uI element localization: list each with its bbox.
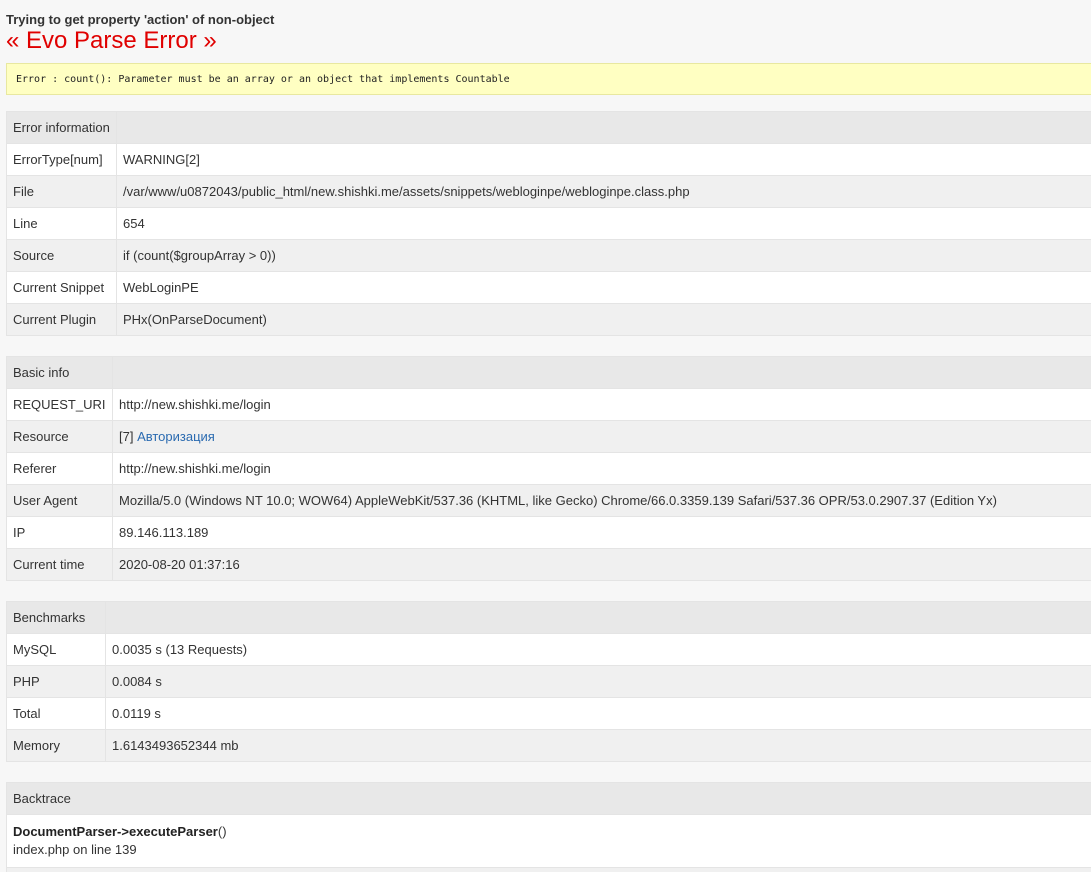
row-value: http://new.shishki.me/login — [112, 388, 1091, 421]
row-value: /var/www/u0872043/public_html/new.shishk… — [116, 175, 1091, 208]
basic-info-table: Basic info REQUEST_URI http://new.shishk… — [6, 356, 1091, 581]
table-row: REQUEST_URI http://new.shishki.me/login — [6, 388, 1091, 421]
header-spacer — [116, 111, 1091, 144]
row-value: [7] Авторизация — [112, 420, 1091, 453]
header-spacer — [105, 601, 1091, 634]
row-label: REQUEST_URI — [6, 388, 113, 421]
row-value: 0.0084 s — [105, 665, 1091, 698]
resource-id: [7] — [119, 429, 138, 444]
row-value: 2020-08-20 01:37:16 — [112, 548, 1091, 581]
table-row: ErrorType[num] WARNING[2] — [6, 143, 1091, 176]
row-label: Total — [6, 697, 106, 730]
basic-info-heading: Basic info — [6, 356, 113, 389]
table-header-row: Benchmarks — [6, 601, 1091, 634]
table-row: Current Snippet WebLoginPE — [6, 271, 1091, 304]
row-label: Current Snippet — [6, 271, 117, 304]
row-label: Referer — [6, 452, 113, 485]
table-row: IP 89.146.113.189 — [6, 516, 1091, 549]
row-value: 0.0035 s (13 Requests) — [105, 633, 1091, 666]
table-row: Referer http://new.shishki.me/login — [6, 452, 1091, 485]
backtrace-function-line: DocumentParser->executeParser() — [13, 823, 1090, 841]
table-row: User Agent Mozilla/5.0 (Windows NT 10.0;… — [6, 484, 1091, 517]
row-label: Resource — [6, 420, 113, 453]
row-label: Current Plugin — [6, 303, 117, 336]
backtrace-location: index.php on line 139 — [13, 842, 137, 857]
row-spacer — [6, 867, 1091, 872]
table-row: PHP 0.0084 s — [6, 665, 1091, 698]
row-value: 654 — [116, 207, 1091, 240]
backtrace-entry: DocumentParser->executeParser() index.ph… — [6, 814, 1091, 868]
row-label: Memory — [6, 729, 106, 762]
row-value: PHx(OnParseDocument) — [116, 303, 1091, 336]
row-label: User Agent — [6, 484, 113, 517]
backtrace-heading: Backtrace — [6, 782, 1091, 815]
row-value: WARNING[2] — [116, 143, 1091, 176]
page-title: « Evo Parse Error » — [6, 27, 217, 54]
row-label: Line — [6, 207, 117, 240]
row-value: 0.0119 s — [105, 697, 1091, 730]
row-label: ErrorType[num] — [6, 143, 117, 176]
benchmarks-heading: Benchmarks — [6, 601, 106, 634]
row-value: Mozilla/5.0 (Windows NT 10.0; WOW64) App… — [112, 484, 1091, 517]
table-row: Line 654 — [6, 207, 1091, 240]
row-label: Current time — [6, 548, 113, 581]
row-label: IP — [6, 516, 113, 549]
table-row: Source if (count($groupArray > 0)) — [6, 239, 1091, 272]
table-row: Memory 1.6143493652344 mb — [6, 729, 1091, 762]
row-label: File — [6, 175, 117, 208]
table-row: Current time 2020-08-20 01:37:16 — [6, 548, 1091, 581]
backtrace-function: DocumentParser->executeParser — [13, 824, 218, 839]
resource-link[interactable]: Авторизация — [137, 429, 215, 444]
error-box: Error : count(): Parameter must be an ar… — [6, 63, 1091, 95]
table-row: Resource [7] Авторизация — [6, 420, 1091, 453]
error-message: Trying to get property 'action' of non-o… — [6, 12, 275, 27]
row-label: Source — [6, 239, 117, 272]
table-header-row: Error information — [6, 111, 1091, 144]
table-row: File /var/www/u0872043/public_html/new.s… — [6, 175, 1091, 208]
error-info-heading: Error information — [6, 111, 117, 144]
row-value: 89.146.113.189 — [112, 516, 1091, 549]
table-header-row: Basic info — [6, 356, 1091, 389]
table-row: DocumentParser->executeParser() index.ph… — [6, 814, 1091, 868]
row-label: PHP — [6, 665, 106, 698]
table-row — [6, 867, 1091, 872]
error-info-table: Error information ErrorType[num] WARNING… — [6, 111, 1091, 336]
row-value: WebLoginPE — [116, 271, 1091, 304]
table-row: Total 0.0119 s — [6, 697, 1091, 730]
table-row: MySQL 0.0035 s (13 Requests) — [6, 633, 1091, 666]
header-spacer — [112, 356, 1091, 389]
error-page: Trying to get property 'action' of non-o… — [0, 12, 1091, 872]
table-row: Current Plugin PHx(OnParseDocument) — [6, 303, 1091, 336]
row-label: MySQL — [6, 633, 106, 666]
row-value: if (count($groupArray > 0)) — [116, 239, 1091, 272]
row-value: http://new.shishki.me/login — [112, 452, 1091, 485]
row-value: 1.6143493652344 mb — [105, 729, 1091, 762]
table-header-row: Backtrace — [6, 782, 1091, 815]
backtrace-table: Backtrace DocumentParser->executeParser(… — [6, 782, 1091, 872]
benchmarks-table: Benchmarks MySQL 0.0035 s (13 Requests) … — [6, 601, 1091, 762]
backtrace-args: () — [217, 824, 227, 839]
